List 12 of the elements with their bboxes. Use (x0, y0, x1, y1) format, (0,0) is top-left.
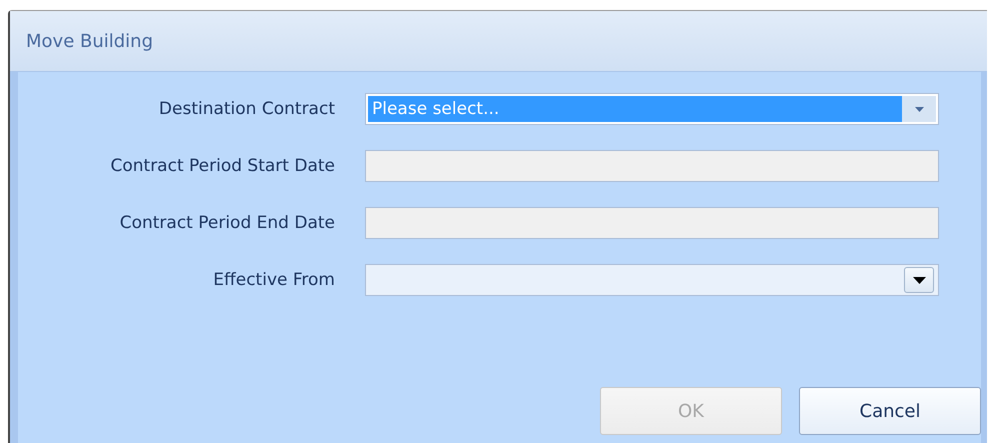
dropdown-button[interactable] (904, 267, 934, 293)
field-label: Contract Period Start Date (109, 156, 336, 176)
window-title: Move Building (26, 30, 154, 52)
date-field[interactable] (365, 264, 939, 296)
field-label: Contract Period End Date (118, 213, 336, 233)
dropdown-field[interactable]: Please select... (365, 93, 939, 125)
dialog-button[interactable]: Cancel (799, 387, 981, 435)
selected-value: Please select... (368, 96, 902, 122)
field-label: Destination Contract (158, 99, 336, 119)
dropdown-arrow-icon (914, 106, 924, 112)
dropdown-arrow-icon (912, 276, 926, 284)
field-label: Effective From (212, 270, 336, 290)
